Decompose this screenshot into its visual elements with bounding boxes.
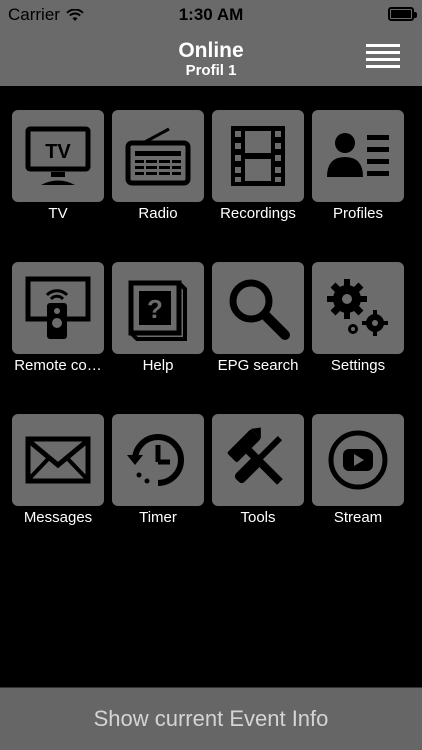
tile-label: Settings xyxy=(330,357,386,374)
tile-help[interactable]: ? Help xyxy=(112,262,204,374)
tile-label: Radio xyxy=(138,205,178,222)
menu-icon xyxy=(366,44,400,47)
history-clock-icon xyxy=(127,434,184,486)
show-event-info-label: Show current Event Info xyxy=(93,706,329,731)
tile-label: Help xyxy=(142,357,174,374)
tile-label: Messages xyxy=(23,509,93,526)
hammer-screwdriver-icon xyxy=(227,427,283,485)
tv-icon: TV xyxy=(25,126,91,185)
profile-card-icon xyxy=(327,133,389,177)
gears-icon xyxy=(327,279,388,336)
tile-profiles[interactable]: Profiles xyxy=(312,110,404,222)
svg-text:?: ? xyxy=(147,294,163,324)
tile-label: Recordings xyxy=(220,205,296,222)
tile-label: Remote co… xyxy=(14,357,102,374)
tile-epg-search[interactable]: EPG search xyxy=(212,262,304,374)
tile-recordings[interactable]: Recordings xyxy=(212,110,304,222)
tile-grid: TV TV Radio Recordings Profiles Remote c… xyxy=(12,110,412,526)
tile-messages[interactable]: Messages xyxy=(12,414,104,526)
play-circle-icon xyxy=(328,430,388,490)
film-strip-icon xyxy=(231,126,285,186)
tile-tv[interactable]: TV TV xyxy=(12,110,104,222)
remote-control-icon xyxy=(25,276,91,339)
page-title: Online xyxy=(178,39,244,62)
status-time: 1:30 AM xyxy=(178,5,244,24)
help-book-icon: ? xyxy=(128,280,187,341)
status-bar: Carrier 1:30 AM xyxy=(0,0,422,30)
tile-radio[interactable]: Radio xyxy=(112,110,204,222)
tile-stream[interactable]: Stream xyxy=(312,414,404,526)
tile-label: Stream xyxy=(333,509,383,526)
envelope-icon xyxy=(25,436,91,484)
radio-icon xyxy=(125,127,191,186)
nav-bar: Online Profil 1 xyxy=(0,30,422,86)
svg-text:TV: TV xyxy=(45,141,71,163)
show-event-info-button[interactable]: Show current Event Info xyxy=(0,687,422,750)
tile-label: EPG search xyxy=(217,357,299,374)
tile-tools[interactable]: Tools xyxy=(212,414,304,526)
page-subtitle: Profil 1 xyxy=(185,62,237,79)
tile-label: TV xyxy=(48,205,68,222)
tile-label: Timer xyxy=(139,509,177,526)
tile-label: Tools xyxy=(240,509,276,526)
tile-timer[interactable]: Timer xyxy=(112,414,204,526)
tile-settings[interactable]: Settings xyxy=(312,262,404,374)
battery-icon xyxy=(388,7,417,21)
tile-remote-control[interactable]: Remote co… xyxy=(12,262,104,374)
magnifier-icon xyxy=(229,279,290,340)
tile-label: Profiles xyxy=(332,205,384,222)
menu-button[interactable] xyxy=(366,44,400,72)
